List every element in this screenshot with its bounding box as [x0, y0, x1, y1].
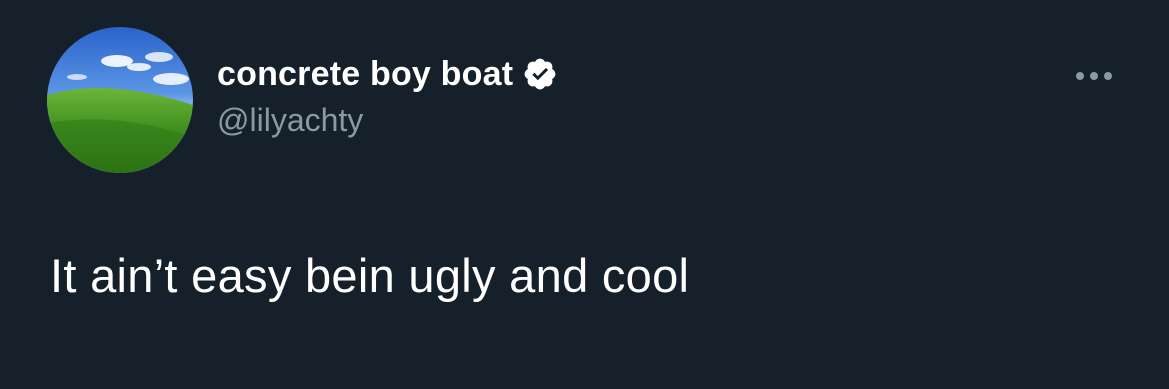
landscape-avatar-image [47, 27, 193, 173]
user-handle[interactable]: @lilyachty [217, 102, 558, 139]
tweet-header: concrete boy boat @lilyachty [217, 52, 558, 139]
verified-badge-icon [522, 56, 558, 92]
ellipsis-horizontal-icon [1076, 72, 1112, 80]
avatar[interactable] [47, 27, 193, 173]
more-options-button[interactable] [1068, 60, 1120, 92]
tweet-card: concrete boy boat @lilyachty It ain’t ea… [0, 0, 1169, 389]
display-name[interactable]: concrete boy boat [217, 55, 513, 94]
tweet-text: It ain’t easy bein ugly and cool [50, 249, 690, 302]
name-row: concrete boy boat [217, 52, 558, 96]
